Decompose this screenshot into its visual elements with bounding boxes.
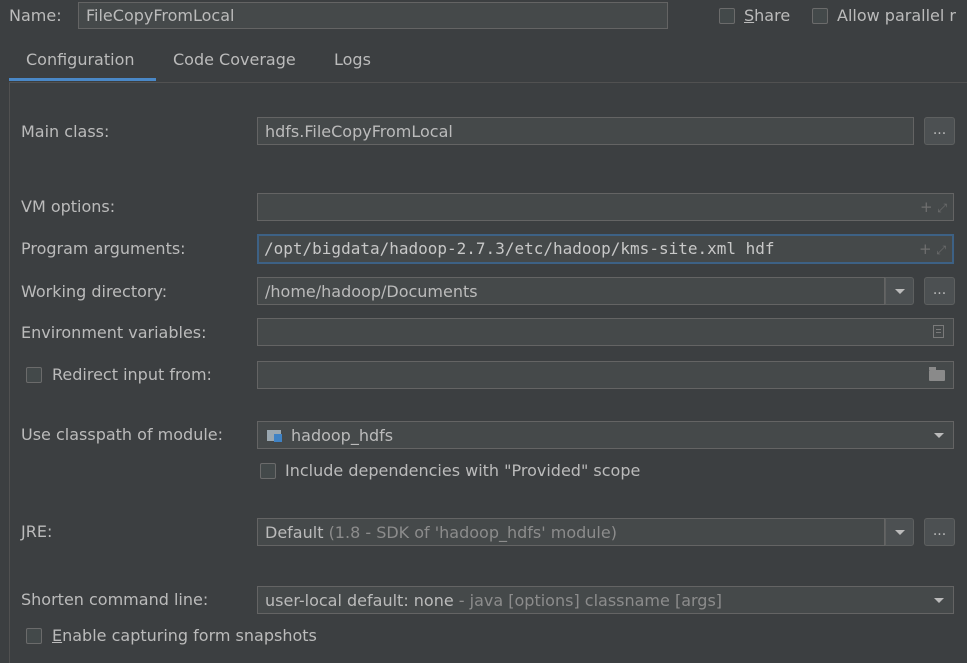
include-deps-label: Include dependencies with "Provided" sco… xyxy=(285,461,641,480)
include-deps-checkbox[interactable] xyxy=(260,463,276,479)
name-input-value: FileCopyFromLocal xyxy=(86,6,235,25)
env-vars-input[interactable] xyxy=(257,318,954,346)
plus-icon: + xyxy=(920,198,933,216)
document-icon[interactable] xyxy=(933,325,944,338)
main-class-browse-button[interactable]: ... xyxy=(924,117,955,145)
working-dir-browse-button[interactable]: ... xyxy=(924,277,955,305)
tab-configuration-underline xyxy=(9,78,156,81)
program-args-expand-icons[interactable]: + ⤢ xyxy=(919,240,946,258)
classpath-module-select[interactable]: hadoop_hdfs xyxy=(257,421,954,449)
chevron-down-icon xyxy=(895,289,905,294)
folder-icon[interactable] xyxy=(929,367,945,381)
env-vars-label: Environment variables: xyxy=(21,323,207,342)
jre-label: JRE: xyxy=(21,522,53,541)
allow-parallel-label: Allow parallel r xyxy=(837,6,956,25)
working-dir-label: Working directory: xyxy=(21,282,168,301)
main-class-input[interactable]: hdfs.FileCopyFromLocal xyxy=(257,117,914,145)
jre-value: Default (1.8 - SDK of 'hadoop_hdfs' modu… xyxy=(265,523,617,542)
jre-browse-button[interactable]: ... xyxy=(924,518,955,546)
vm-options-input[interactable]: + ⤢ xyxy=(257,193,954,221)
share-label: Share xyxy=(744,6,791,25)
share-checkbox[interactable] xyxy=(719,8,735,24)
tab-configuration[interactable]: Configuration xyxy=(26,50,135,69)
name-label: Name: xyxy=(9,6,62,25)
tab-logs[interactable]: Logs xyxy=(334,50,371,69)
name-input[interactable]: FileCopyFromLocal xyxy=(78,2,668,29)
classpath-module-value: hadoop_hdfs xyxy=(291,426,394,445)
chevron-down-icon xyxy=(934,433,944,438)
tab-code-coverage[interactable]: Code Coverage xyxy=(173,50,296,69)
plus-icon: + xyxy=(919,240,932,258)
expand-icon: ⤢ xyxy=(937,201,947,215)
shorten-cmd-select[interactable]: user-local default: none - java [options… xyxy=(257,586,954,614)
chevron-down-icon xyxy=(934,598,944,603)
shorten-cmd-label: Shorten command line: xyxy=(21,590,209,609)
redirect-input-checkbox[interactable] xyxy=(26,367,42,383)
program-args-label: Program arguments: xyxy=(21,239,186,258)
working-dir-value: /home/hadoop/Documents xyxy=(265,282,478,301)
jre-value-detail: (1.8 - SDK of 'hadoop_hdfs' module) xyxy=(328,523,617,542)
redirect-input-label: Redirect input from: xyxy=(52,365,212,384)
enable-capturing-label: Enable capturing form snapshots xyxy=(52,626,317,645)
jre-dropdown-button[interactable] xyxy=(885,518,914,546)
redirect-input-field[interactable] xyxy=(257,361,954,389)
shorten-cmd-value-detail: - java [options] classname [args] xyxy=(458,591,723,610)
chevron-down-icon xyxy=(895,530,905,535)
shorten-cmd-value: user-local default: none - java [options… xyxy=(265,591,722,610)
allow-parallel-checkbox[interactable] xyxy=(812,8,828,24)
program-args-value: /opt/bigdata/hadoop-2.7.3/etc/hadoop/kms… xyxy=(264,239,775,258)
program-args-input[interactable]: /opt/bigdata/hadoop-2.7.3/etc/hadoop/kms… xyxy=(257,234,954,264)
main-class-value: hdfs.FileCopyFromLocal xyxy=(265,122,453,141)
working-dir-input[interactable]: /home/hadoop/Documents xyxy=(257,277,885,305)
main-class-label: Main class: xyxy=(21,122,110,141)
jre-input[interactable]: Default (1.8 - SDK of 'hadoop_hdfs' modu… xyxy=(257,518,885,546)
vm-options-label: VM options: xyxy=(21,197,116,216)
working-dir-dropdown-button[interactable] xyxy=(885,277,914,305)
shorten-cmd-value-main: user-local default: none xyxy=(265,591,454,610)
enable-capturing-checkbox[interactable] xyxy=(26,628,42,644)
classpath-label: Use classpath of module: xyxy=(21,425,224,444)
jre-value-main: Default xyxy=(265,523,324,542)
module-folder-icon xyxy=(267,430,282,442)
vm-options-expand-icons[interactable]: + ⤢ xyxy=(920,198,947,216)
expand-icon: ⤢ xyxy=(936,243,946,257)
